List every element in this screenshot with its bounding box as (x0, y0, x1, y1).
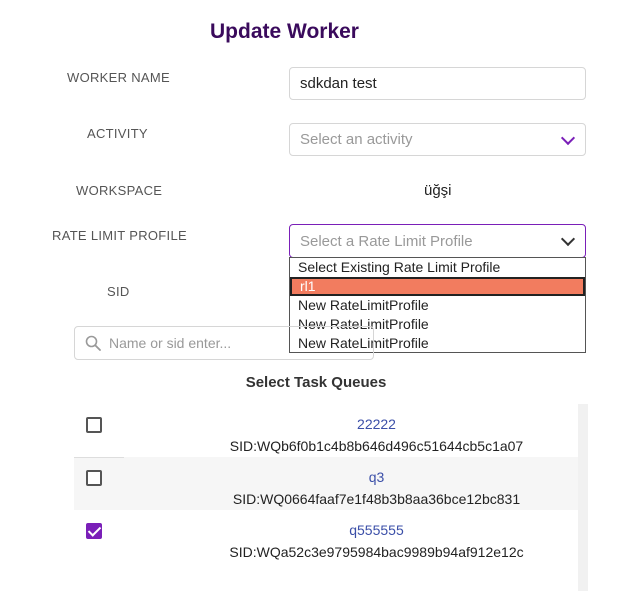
activity-select[interactable]: Select an activity (289, 123, 586, 156)
dropdown-option[interactable]: Select Existing Rate Limit Profile (290, 258, 585, 277)
search-placeholder: Name or sid enter... (109, 335, 232, 351)
task-queue-name[interactable]: q3 (74, 469, 579, 485)
page-title: Update Worker (210, 20, 359, 43)
task-queues-title: Select Task Queues (245, 374, 387, 391)
chevron-down-icon (560, 130, 576, 145)
row-divider (74, 457, 124, 458)
activity-label: ACTIVITY (87, 126, 148, 141)
task-queue-sid: SID:WQa52c3e9795984bac9989b94af912e12c (229, 544, 524, 560)
worker-name-label: WORKER NAME (67, 70, 170, 85)
rate-limit-profile-label: RATE LIMIT PROFILE (52, 228, 187, 243)
task-queue-row: 22222 SID:WQb6f0b1c4b8b646d496c51644cb5c… (74, 404, 579, 457)
dropdown-option[interactable]: New RateLimitProfile (290, 296, 585, 315)
rate-limit-profile-placeholder: Select a Rate Limit Profile (300, 232, 473, 250)
dropdown-option-highlighted[interactable]: rl1 (290, 277, 585, 296)
task-queue-list: 22222 SID:WQb6f0b1c4b8b646d496c51644cb5c… (74, 404, 579, 591)
chevron-down-icon (560, 231, 576, 247)
task-queue-sid: SID:WQ0664faaf7e1f48b3b8aa36bce12bc831 (232, 491, 521, 507)
task-queue-name[interactable]: 22222 (74, 416, 579, 432)
search-icon (85, 335, 101, 351)
rate-limit-profile-select[interactable]: Select a Rate Limit Profile (289, 224, 586, 258)
task-queue-row: q555555 SID:WQa52c3e9795984bac9989b94af9… (74, 510, 579, 563)
workspace-value: üğşi (424, 182, 452, 199)
worker-name-input[interactable]: sdkdan test (289, 67, 586, 100)
scrollbar-track[interactable] (578, 404, 588, 591)
activity-select-placeholder: Select an activity (300, 131, 413, 148)
task-queue-row: q3 SID:WQ0664faaf7e1f48b3b8aa36bce12bc83… (74, 457, 579, 510)
search-input[interactable]: Name or sid enter... (74, 326, 374, 360)
sid-label: SID (107, 284, 130, 299)
task-queue-name[interactable]: q555555 (74, 522, 579, 538)
workspace-label: WORKSPACE (76, 183, 163, 198)
task-queue-sid: SID:WQb6f0b1c4b8b646d496c51644cb5c1a07 (229, 438, 524, 454)
